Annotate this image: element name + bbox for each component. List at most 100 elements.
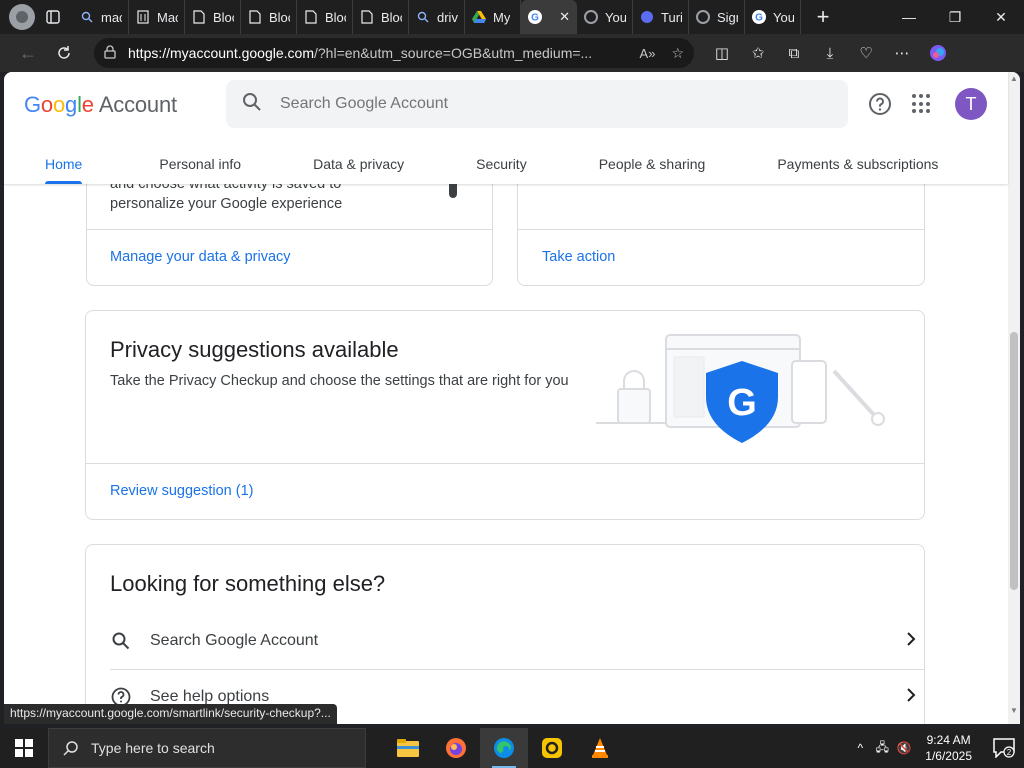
- tab-security[interactable]: Security: [468, 144, 535, 184]
- logo-letter: o: [40, 92, 53, 117]
- browser-tab[interactable]: driv: [409, 0, 465, 34]
- search-icon[interactable]: [242, 92, 262, 117]
- tab-actions-icon[interactable]: [43, 7, 63, 27]
- google-icon: [583, 9, 599, 25]
- browser-tab-label: My: [493, 9, 511, 25]
- browser-tab[interactable]: Bloc: [185, 0, 241, 34]
- browser-tab[interactable]: Sign: [689, 0, 745, 34]
- document-icon: [247, 9, 263, 25]
- logo-letter: o: [52, 92, 66, 117]
- google-apps-icon[interactable]: [912, 94, 932, 114]
- app-icon[interactable]: [528, 728, 576, 768]
- chevron-right-icon: [906, 630, 916, 653]
- lock-icon[interactable]: [104, 44, 116, 62]
- account-search-input[interactable]: [280, 95, 800, 113]
- taskbar-clock[interactable]: 9:24 AM 1/6/2025: [925, 732, 972, 764]
- card-divider: [86, 463, 924, 464]
- back-icon[interactable]: ←: [10, 38, 46, 68]
- favorite-star-icon[interactable]: ☆: [671, 45, 684, 62]
- account-avatar[interactable]: T: [955, 88, 987, 120]
- tab-data-privacy[interactable]: Data & privacy: [305, 144, 412, 184]
- url-rest: /?hl=en&utm_source=OGB&utm_medium=...: [314, 45, 593, 61]
- scrollbar-thumb[interactable]: [1010, 332, 1018, 590]
- help-icon[interactable]: [868, 92, 892, 116]
- browser-tab[interactable]: Bloc: [353, 0, 409, 34]
- privacy-suggestions-title: Privacy suggestions available: [110, 337, 399, 362]
- document-icon: [135, 9, 151, 25]
- logo-letter: G: [24, 92, 41, 117]
- browser-tab-label: Bloc: [213, 9, 234, 25]
- restore-icon[interactable]: ❐: [932, 0, 978, 34]
- browser-tab-label: mac: [101, 9, 122, 25]
- more-menu-icon[interactable]: ⋯: [884, 38, 920, 68]
- document-icon: [303, 9, 319, 25]
- browser-tab-strip: mac Mac Bloc Bloc Bloc Bloc driv My G ✕ …: [0, 0, 1024, 34]
- chevron-right-icon: [906, 686, 916, 709]
- volume-muted-icon[interactable]: 🔇: [893, 741, 915, 755]
- browser-tab[interactable]: G You: [745, 0, 801, 34]
- scroll-down-icon[interactable]: ▼: [1010, 706, 1018, 715]
- edge-icon[interactable]: [480, 728, 528, 768]
- browser-tab[interactable]: mac: [73, 0, 129, 34]
- data-privacy-text-2: personalize your Google experience: [110, 196, 343, 212]
- copilot-icon[interactable]: [920, 38, 956, 68]
- logo-letter: e: [81, 92, 94, 117]
- vlc-icon[interactable]: [576, 728, 624, 768]
- collections-icon[interactable]: ⧉: [776, 38, 812, 68]
- favorites-icon[interactable]: ✩: [740, 38, 776, 68]
- read-aloud-icon[interactable]: A»: [640, 46, 656, 61]
- downloads-icon[interactable]: ⤓: [812, 38, 848, 68]
- manage-data-privacy-link[interactable]: Manage your data & privacy: [110, 249, 291, 265]
- account-nav-tabs: Home Personal info Data & privacy Securi…: [4, 144, 1008, 184]
- chevron-up-icon[interactable]: ^: [849, 741, 871, 755]
- new-tab-button[interactable]: +: [811, 4, 835, 30]
- firefox-icon[interactable]: [432, 728, 480, 768]
- looking-title: Looking for something else?: [110, 571, 386, 596]
- scroll-up-icon[interactable]: ▲: [1010, 74, 1018, 83]
- windows-start-icon[interactable]: [0, 728, 48, 768]
- privacy-suggestions-description: Take the Privacy Checkup and choose the …: [110, 373, 569, 389]
- tab-personal-info[interactable]: Personal info: [151, 144, 249, 184]
- browser-profile-icon[interactable]: [9, 4, 35, 30]
- browser-tab[interactable]: Mac: [129, 0, 185, 34]
- url-host: https://myaccount.google.com: [128, 45, 314, 61]
- review-suggestion-link[interactable]: Review suggestion (1): [110, 483, 253, 499]
- windows-taskbar: Type here to search ^ 🖧 🔇 9:24 AM 1/6/20…: [0, 728, 1024, 768]
- browser-tab-label: Bloc: [325, 9, 346, 25]
- svg-text:G: G: [727, 382, 757, 424]
- performance-icon[interactable]: ♡: [848, 38, 884, 68]
- google-icon: G: [751, 9, 767, 25]
- page-scrollbar[interactable]: ▲ ▼: [1008, 72, 1020, 724]
- file-explorer-icon[interactable]: [384, 728, 432, 768]
- refresh-icon[interactable]: [46, 38, 82, 68]
- search-account-label: Search Google Account: [150, 632, 319, 649]
- browser-tab-active[interactable]: G ✕: [521, 0, 577, 34]
- close-window-icon[interactable]: ✕: [978, 0, 1024, 34]
- tab-payments-subscriptions[interactable]: Payments & subscriptions: [769, 144, 946, 184]
- tab-people-sharing[interactable]: People & sharing: [591, 144, 714, 184]
- browser-tab[interactable]: You: [577, 0, 633, 34]
- google-account-logo[interactable]: Google Account: [24, 92, 177, 118]
- browser-tab[interactable]: Bloc: [241, 0, 297, 34]
- split-screen-icon[interactable]: ◫: [704, 38, 740, 68]
- google-icon: [695, 9, 711, 25]
- account-search-box[interactable]: [226, 80, 848, 128]
- browser-tab[interactable]: Turi: [633, 0, 689, 34]
- browser-tab-label: Bloc: [381, 9, 402, 25]
- browser-tab-label: Sign: [717, 9, 738, 25]
- take-action-link[interactable]: Take action: [542, 249, 615, 265]
- browser-tab[interactable]: Bloc: [297, 0, 353, 34]
- address-bar[interactable]: https://myaccount.google.com/?hl=en&utm_…: [94, 38, 694, 68]
- card-divider: [87, 229, 492, 230]
- close-tab-icon[interactable]: ✕: [559, 9, 570, 25]
- minimize-icon[interactable]: —: [886, 0, 932, 34]
- tab-home[interactable]: Home: [37, 144, 90, 184]
- browser-tab-label: Turi: [661, 9, 682, 25]
- taskbar-search[interactable]: Type here to search: [48, 728, 366, 768]
- notifications-icon[interactable]: 2: [984, 728, 1024, 768]
- search-account-row[interactable]: Search Google Account: [110, 613, 924, 669]
- browser-tab[interactable]: My: [465, 0, 521, 34]
- network-icon[interactable]: 🖧: [871, 738, 893, 759]
- browser-tab-label: You: [605, 9, 626, 25]
- window-controls: — ❐ ✕: [886, 0, 1024, 34]
